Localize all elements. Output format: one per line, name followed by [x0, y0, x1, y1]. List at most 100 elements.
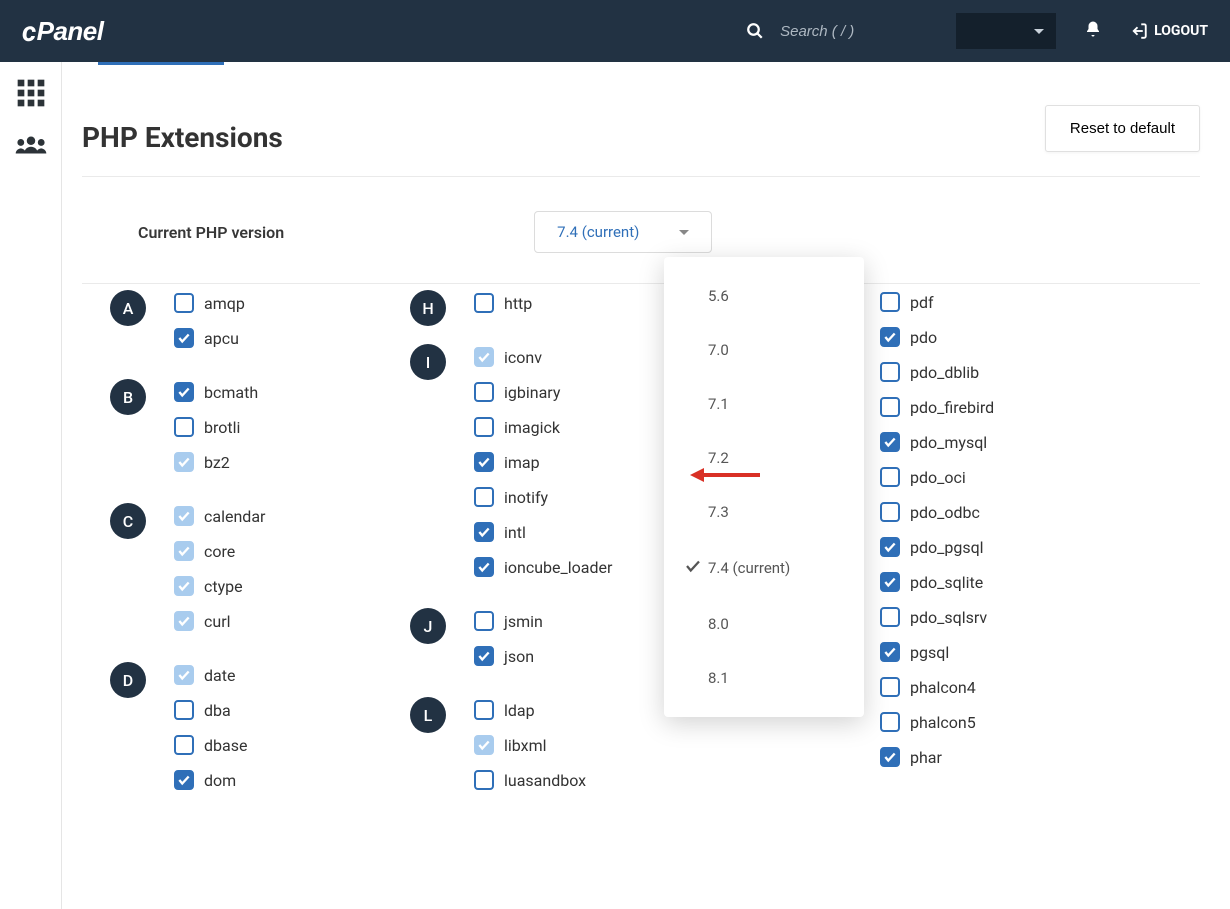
checkbox[interactable]: [474, 522, 494, 542]
extension-item: pdo_oci: [880, 467, 1010, 487]
checkbox[interactable]: [474, 293, 494, 313]
checkbox[interactable]: [474, 611, 494, 631]
checkbox[interactable]: [880, 432, 900, 452]
php-version-option[interactable]: 8.0: [664, 597, 864, 651]
extension-label: apcu: [204, 329, 239, 348]
extension-label: bcmath: [204, 383, 258, 402]
checkbox[interactable]: [880, 677, 900, 697]
checkbox[interactable]: [174, 293, 194, 313]
checkbox[interactable]: [880, 292, 900, 312]
logo-c-icon: c: [22, 15, 36, 48]
checkbox[interactable]: [880, 747, 900, 767]
checkbox[interactable]: [880, 607, 900, 627]
extension-label: bz2: [204, 453, 230, 472]
extension-group: A amqp apcu: [110, 290, 410, 363]
users-icon[interactable]: [14, 128, 48, 162]
php-version-option[interactable]: 7.4 (current): [664, 539, 864, 597]
logo-text: Panel: [37, 16, 104, 47]
extension-item: dba: [174, 700, 410, 720]
checkbox[interactable]: [880, 362, 900, 382]
checkbox[interactable]: [474, 382, 494, 402]
checkbox[interactable]: [174, 665, 194, 685]
checkbox[interactable]: [174, 770, 194, 790]
apps-grid-icon[interactable]: [14, 76, 48, 110]
php-version-option-label: 7.4 (current): [708, 559, 790, 577]
letter-badge: B: [110, 379, 146, 415]
php-version-option-label: 7.3: [708, 503, 729, 521]
checkbox[interactable]: [474, 700, 494, 720]
extension-label: pgsql: [910, 643, 949, 662]
extension-item: bcmath: [174, 382, 410, 402]
letter-badge: A: [110, 290, 146, 326]
extension-label: dom: [204, 771, 236, 790]
notifications-icon[interactable]: [1084, 20, 1102, 42]
reset-default-button[interactable]: Reset to default: [1045, 105, 1200, 152]
cpanel-logo[interactable]: cPanel: [22, 15, 103, 48]
extension-label: http: [504, 294, 532, 313]
checkbox[interactable]: [474, 417, 494, 437]
extensions-area: A amqp apcu B bcmath brotli bz2 C calend…: [82, 284, 1200, 821]
checkbox[interactable]: [174, 382, 194, 402]
checkbox[interactable]: [174, 417, 194, 437]
php-version-option-label: 8.0: [708, 615, 729, 633]
checkbox[interactable]: [880, 397, 900, 417]
checkbox[interactable]: [880, 537, 900, 557]
extension-item: phar: [880, 747, 1010, 767]
php-version-option[interactable]: 8.1: [664, 651, 864, 705]
checkbox[interactable]: [174, 700, 194, 720]
checkbox[interactable]: [474, 770, 494, 790]
letter-badge: L: [410, 697, 446, 733]
extension-label: pdo_pgsql: [910, 538, 984, 557]
extension-item: ctype: [174, 576, 410, 596]
extension-item: pdo_pgsql: [880, 537, 1010, 557]
checkbox[interactable]: [474, 735, 494, 755]
checkbox[interactable]: [174, 576, 194, 596]
user-dropdown[interactable]: [956, 13, 1056, 49]
checkbox[interactable]: [174, 328, 194, 348]
checkbox[interactable]: [174, 506, 194, 526]
extension-label: pdf: [910, 293, 934, 312]
search-input[interactable]: [780, 23, 920, 40]
checkbox[interactable]: [880, 502, 900, 522]
extension-item: phalcon4: [880, 677, 1010, 697]
checkbox[interactable]: [474, 347, 494, 367]
checkbox[interactable]: [474, 646, 494, 666]
php-version-dropdown: 5.6 7.0 7.1 7.2 7.3 7.4 (current) 8.0 8.…: [664, 257, 864, 717]
extension-label: json: [504, 647, 534, 666]
extension-label: pdo_oci: [910, 468, 966, 487]
extension-item: phalcon5: [880, 712, 1010, 732]
php-version-option[interactable]: 7.1: [664, 377, 864, 431]
extension-label: pdo_mysql: [910, 433, 987, 452]
checkbox[interactable]: [880, 467, 900, 487]
checkbox[interactable]: [474, 487, 494, 507]
checkbox[interactable]: [880, 712, 900, 732]
extension-item: pgsql: [880, 642, 1010, 662]
logout-label: LOGOUT: [1154, 23, 1208, 39]
checkbox[interactable]: [174, 541, 194, 561]
chevron-down-icon: [679, 230, 689, 235]
extension-label: pdo_dblib: [910, 363, 979, 382]
check-icon: [684, 557, 708, 579]
php-version-option[interactable]: 7.3: [664, 485, 864, 539]
php-version-selected: 7.4 (current): [557, 223, 639, 241]
annotation-arrow: [690, 468, 760, 482]
checkbox[interactable]: [474, 452, 494, 472]
checkbox[interactable]: [474, 557, 494, 577]
checkbox[interactable]: [174, 611, 194, 631]
checkbox[interactable]: [174, 735, 194, 755]
php-version-option[interactable]: 5.6: [664, 269, 864, 323]
checkbox[interactable]: [880, 327, 900, 347]
php-version-select[interactable]: 7.4 (current): [534, 211, 712, 253]
logout-button[interactable]: LOGOUT: [1130, 22, 1208, 40]
php-version-option[interactable]: 7.0: [664, 323, 864, 377]
checkbox[interactable]: [880, 572, 900, 592]
extension-label: phalcon5: [910, 713, 976, 732]
search-icon[interactable]: [746, 22, 764, 40]
extension-group: B bcmath brotli bz2: [110, 379, 410, 487]
checkbox[interactable]: [174, 452, 194, 472]
extension-group: C calendar core ctype curl: [110, 503, 410, 646]
php-version-label: Current PHP version: [138, 223, 284, 242]
checkbox[interactable]: [880, 642, 900, 662]
extension-label: ctype: [204, 577, 243, 596]
php-version-option-label: 5.6: [708, 287, 729, 305]
